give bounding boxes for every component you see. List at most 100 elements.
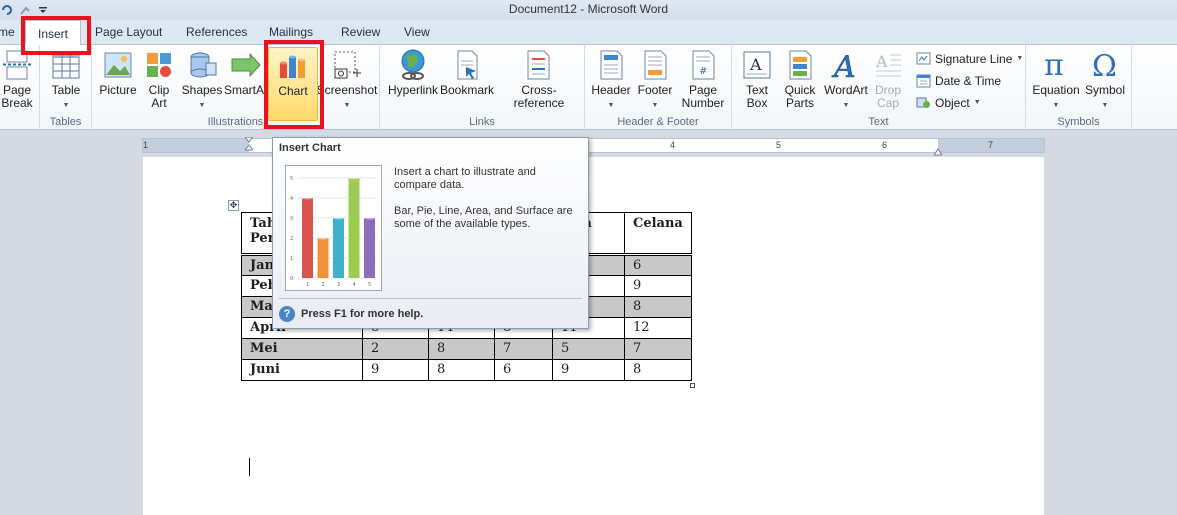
category-label: 1: [306, 282, 309, 288]
table-cell[interactable]: 6: [494, 359, 553, 381]
tab-page-layout[interactable]: Page Layout: [95, 25, 162, 39]
footer-button[interactable]: Footer ▼: [633, 49, 677, 112]
axis-tick-label: 4: [290, 196, 293, 202]
right-indent-marker[interactable]: [933, 145, 943, 156]
chevron-down-icon: ▼: [1101, 102, 1109, 109]
shapes-label: Shapes: [181, 83, 223, 97]
table-header-cell[interactable]: Celana: [624, 212, 692, 256]
header-button[interactable]: Header ▼: [589, 49, 633, 112]
table-cell[interactable]: 8: [624, 359, 692, 381]
table-cell[interactable]: 9: [362, 359, 429, 381]
axis-tick-label: 5: [290, 176, 293, 182]
ribbon: Page Break Table ▼ Tables Picture Clip Ar…: [0, 45, 1177, 130]
table-cell[interactable]: 9: [552, 359, 625, 381]
indent-marker[interactable]: [243, 136, 255, 154]
table-cell[interactable]: 6: [624, 254, 692, 276]
table-row: Juni 9 8 6 9 8: [241, 359, 692, 381]
group-label-links: Links: [469, 116, 495, 128]
group-label-illustrations: Illustrations: [207, 116, 264, 128]
table-cell[interactable]: 8: [428, 359, 495, 381]
group-label-symbols: Symbols: [1057, 116, 1100, 128]
cross-reference-label: Cross-reference: [513, 83, 565, 110]
svg-text:A: A: [749, 55, 762, 74]
text-cursor: [249, 458, 250, 476]
bookmark-icon: [457, 50, 478, 80]
drop-cap-button: A Drop Cap: [870, 49, 906, 110]
tab-references[interactable]: References: [186, 25, 247, 39]
hyperlink-button[interactable]: Hyperlink: [386, 49, 440, 97]
chart-bar: [302, 198, 313, 278]
page-break-button[interactable]: Page Break: [0, 49, 34, 110]
pi-icon: π: [1044, 49, 1064, 81]
group-header-footer: Header ▼ Footer ▼ # Page Number Header & F…: [585, 45, 732, 130]
equation-button[interactable]: π Equation ▼: [1030, 49, 1082, 112]
table-cell[interactable]: 5: [552, 338, 625, 360]
tab-home[interactable]: me: [0, 25, 15, 39]
chart-bar-top: [348, 176, 360, 180]
svg-text:Ω: Ω: [1092, 49, 1117, 81]
axis-tick-label: 2: [290, 236, 293, 242]
chevron-down-icon: ▼: [842, 102, 850, 109]
group-links: Hyperlink Bookmark Cross-reference Links: [380, 45, 585, 130]
axis-tick-label: 0: [290, 276, 293, 282]
tab-view[interactable]: View: [404, 25, 430, 39]
smartart-button[interactable]: SmartArt: [224, 49, 271, 97]
tooltip-desc-1: Insert a chart to illustrate and compare…: [394, 166, 536, 191]
object-button[interactable]: Object ▼: [916, 95, 981, 110]
table-cell[interactable]: 8: [428, 338, 495, 360]
picture-button[interactable]: Picture: [98, 49, 138, 97]
symbol-button[interactable]: Ω Symbol ▼: [1082, 49, 1128, 112]
svg-text:A: A: [875, 52, 888, 71]
wordart-button[interactable]: A WordArt ▼: [822, 49, 870, 112]
table-cell[interactable]: Mei: [241, 338, 363, 360]
category-label: 3: [337, 282, 340, 288]
shapes-button[interactable]: Shapes ▼: [180, 49, 224, 112]
group-pages: Page Break: [0, 45, 40, 130]
tab-review[interactable]: Review: [341, 25, 380, 39]
clip-art-icon: [147, 53, 171, 77]
hyperlink-icon: [401, 49, 425, 80]
help-icon: ?: [279, 306, 295, 322]
table-cell[interactable]: 9: [624, 275, 692, 297]
table-cell[interactable]: 12: [624, 317, 692, 339]
insert-tab-highlight: [21, 16, 91, 55]
chart-bar-top: [317, 236, 329, 240]
bookmark-button[interactable]: Bookmark: [440, 49, 494, 97]
header-label: Header: [591, 83, 631, 97]
drop-cap-icon: A: [875, 52, 901, 77]
table-cell[interactable]: 7: [624, 338, 692, 360]
cross-reference-icon: [527, 50, 550, 80]
tooltip-chart-preview: 0 1 2 3 4 5 1 2 3 4 5: [285, 165, 382, 291]
window-title: Document12 - Microsoft Word: [508, 2, 669, 16]
quick-parts-button[interactable]: Quick Parts: [778, 49, 822, 110]
tooltip-description: Insert a chart to illustrate and compare…: [394, 166, 579, 244]
date-time-button[interactable]: Date & Time: [916, 73, 1001, 88]
table-cell[interactable]: Juni: [241, 359, 363, 381]
table-button[interactable]: Table ▼: [46, 49, 86, 112]
group-text: A Text Box Quick Parts A WordArt ▼ A Drop…: [732, 45, 1026, 130]
screenshot-icon: [334, 51, 361, 79]
table-cell[interactable]: 8: [624, 296, 692, 318]
table-cell[interactable]: 2: [362, 338, 429, 360]
ruler-left-margin: [143, 139, 249, 152]
table-cell[interactable]: 7: [494, 338, 553, 360]
signature-line-button[interactable]: Signature Line ▼: [916, 51, 1023, 66]
group-symbols: π Equation ▼ Ω Symbol ▼ Symbols: [1026, 45, 1132, 130]
wordart-label: WordArt: [824, 83, 868, 97]
page-number-button[interactable]: # Page Number: [677, 49, 729, 110]
clip-art-button[interactable]: Clip Art: [140, 49, 178, 110]
chart-button-highlight: [264, 40, 324, 129]
cross-reference-button[interactable]: Cross-reference: [496, 49, 582, 110]
signature-line-icon: [916, 52, 931, 65]
footer-icon: [644, 50, 667, 80]
chart-bar: [348, 178, 360, 278]
title-bar: Document12 - Microsoft Word: [0, 0, 1177, 20]
table-resize-handle[interactable]: [690, 383, 695, 388]
text-box-button[interactable]: A Text Box: [736, 49, 778, 110]
tooltip-title: Insert Chart: [279, 142, 341, 154]
picture-label: Picture: [99, 83, 137, 97]
screenshot-button[interactable]: Screenshot ▼: [316, 49, 378, 112]
table-move-handle-icon[interactable]: ✥: [228, 200, 239, 211]
tab-mailings[interactable]: Mailings: [269, 25, 313, 39]
group-label-header-footer: Header & Footer: [617, 116, 699, 128]
